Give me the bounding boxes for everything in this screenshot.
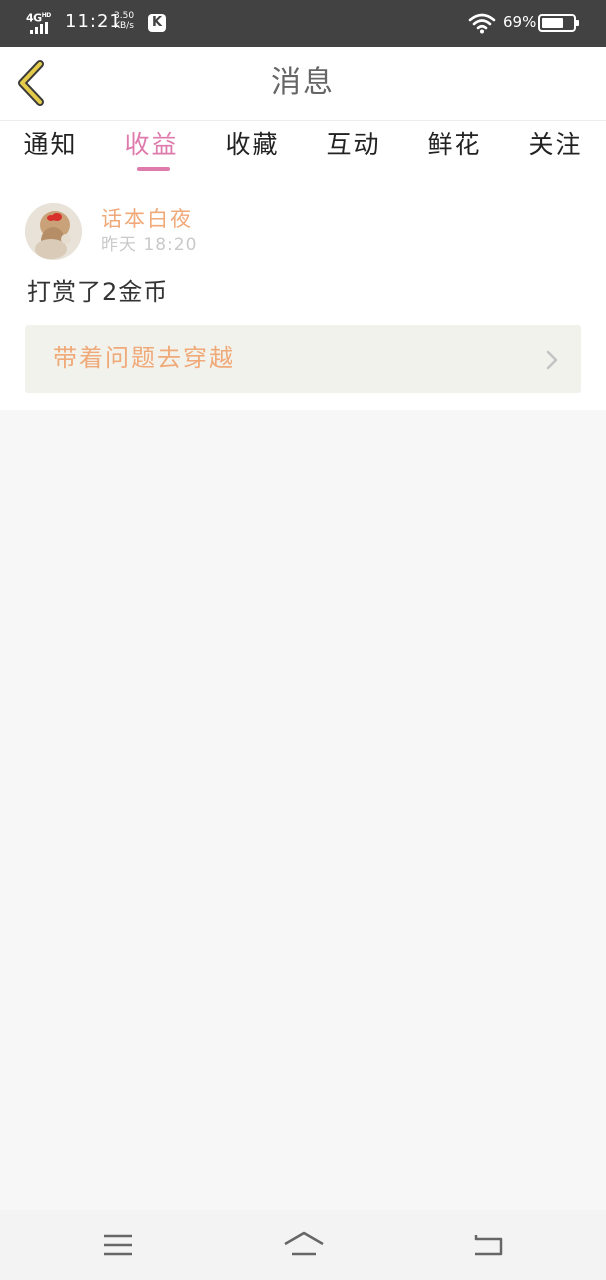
message-content: 打赏了2金币 bbox=[27, 278, 169, 306]
status-bar: 4GHD 11:21 3.50 KB/s K 69% bbox=[0, 0, 606, 47]
battery-fill bbox=[542, 18, 563, 28]
tab-interactions[interactable]: 互动 bbox=[303, 121, 404, 175]
sender-name[interactable]: 话本白夜 bbox=[101, 206, 193, 232]
speed-unit: KB/s bbox=[114, 21, 134, 31]
tab-label: 关注 bbox=[528, 130, 583, 159]
tab-bar: 通知 收益 收藏 互动 鲜花 关注 bbox=[0, 121, 606, 175]
battery-percent: 69% bbox=[503, 13, 537, 31]
home-icon bbox=[284, 1231, 324, 1256]
active-tab-indicator bbox=[137, 167, 170, 171]
tab-label: 通知 bbox=[23, 130, 78, 159]
signal-icon bbox=[30, 22, 48, 34]
menu-icon bbox=[104, 1234, 132, 1256]
avatar-image bbox=[25, 203, 82, 260]
tab-flowers[interactable]: 鲜花 bbox=[404, 121, 505, 175]
speed-value: 3.50 bbox=[114, 11, 135, 21]
tab-label: 鲜花 bbox=[427, 130, 482, 159]
network-sup-label: HD bbox=[41, 12, 52, 19]
app-k-icon: K bbox=[148, 14, 166, 32]
avatar[interactable] bbox=[25, 203, 82, 260]
chevron-right-icon bbox=[546, 350, 558, 370]
message-time: 昨天 18:20 bbox=[101, 235, 198, 255]
system-nav-bar bbox=[0, 1210, 606, 1280]
home-button[interactable] bbox=[282, 1228, 326, 1262]
back-icon bbox=[474, 1235, 503, 1256]
tab-label: 互动 bbox=[326, 130, 381, 159]
menu-button[interactable] bbox=[96, 1228, 140, 1262]
tab-label: 收益 bbox=[124, 130, 179, 159]
wifi-icon bbox=[468, 13, 496, 34]
tab-following[interactable]: 关注 bbox=[505, 121, 606, 175]
book-title: 带着问题去穿越 bbox=[53, 344, 235, 372]
network-speed: 3.50 KB/s bbox=[114, 11, 134, 31]
tab-notifications[interactable]: 通知 bbox=[0, 121, 101, 175]
back-nav-button[interactable] bbox=[466, 1228, 510, 1262]
book-link[interactable]: 带着问题去穿越 bbox=[25, 325, 581, 393]
message-item: 话本白夜 昨天 18:20 打赏了2金币 带着问题去穿越 bbox=[0, 175, 606, 410]
tab-label: 收藏 bbox=[225, 130, 280, 159]
battery-icon bbox=[538, 14, 579, 32]
page-title: 消息 bbox=[271, 65, 335, 100]
tab-favorites[interactable]: 收藏 bbox=[202, 121, 303, 175]
header: 消息 bbox=[0, 47, 606, 121]
tab-earnings[interactable]: 收益 bbox=[101, 121, 202, 175]
